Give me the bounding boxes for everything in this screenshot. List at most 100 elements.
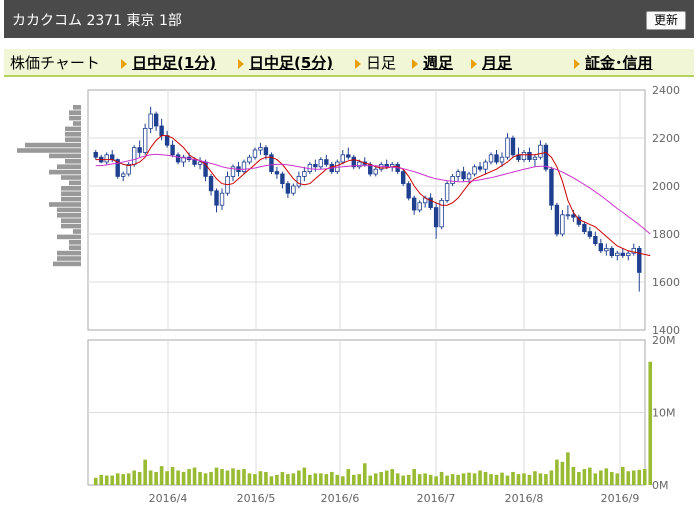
- volume-bar: [467, 472, 471, 485]
- volume-bar: [340, 476, 345, 485]
- volume-bar: [555, 459, 559, 485]
- volume-bar: [417, 474, 422, 485]
- x-tick-label: 2016/7: [417, 492, 456, 505]
- volume-bar: [198, 471, 202, 485]
- volume-bar: [577, 471, 581, 485]
- volume-bar: [148, 470, 153, 485]
- volume-bar: [368, 475, 373, 485]
- volume-bar: [220, 469, 224, 485]
- volume-bar: [302, 467, 307, 485]
- volume-bar: [538, 473, 543, 485]
- volume-bar: [121, 474, 125, 485]
- volume-by-price-bar: [65, 132, 81, 137]
- volume-bar: [297, 470, 301, 485]
- volume-bar: [483, 471, 488, 485]
- volume-by-price-bar: [69, 245, 81, 250]
- volume-bar: [231, 468, 235, 485]
- volume-by-price-bar: [49, 153, 81, 159]
- volume-bar: [269, 476, 274, 485]
- candle-body: [406, 183, 411, 199]
- volume-bar: [456, 474, 460, 485]
- volume-bar: [137, 471, 142, 485]
- volume-bar: [280, 471, 285, 485]
- candle-body: [110, 154, 115, 161]
- volume-bar: [313, 473, 318, 485]
- volume-bar: [615, 473, 620, 485]
- price-tick-label: 1800: [652, 228, 680, 241]
- volume-bar: [357, 474, 362, 485]
- candle-body: [620, 252, 625, 256]
- volume-bar: [242, 469, 246, 485]
- x-tick-label: 2016/6: [321, 492, 360, 505]
- volume-bar: [637, 469, 642, 485]
- price-tick-label: 2400: [652, 84, 680, 97]
- volume-bar: [379, 471, 384, 485]
- candle-body: [433, 207, 439, 228]
- volume-bar: [527, 474, 532, 485]
- volume-by-price-bar: [73, 229, 81, 234]
- candle-body: [411, 197, 417, 211]
- volume-bar: [192, 467, 197, 485]
- volume-bar: [395, 473, 400, 485]
- candle-body: [505, 137, 510, 158]
- stock-chart: 24002200200018001600140020M10M0M2016/4 20…: [17, 84, 680, 505]
- candle-body: [302, 171, 307, 177]
- candle-body: [137, 147, 142, 153]
- volume-by-price-bar: [53, 261, 81, 267]
- volume-by-price-bar: [57, 207, 81, 213]
- volume-by-price-bar: [17, 148, 81, 153]
- volume-bar: [489, 474, 493, 485]
- candle-body: [483, 161, 488, 170]
- volume-bar: [560, 461, 565, 485]
- candle-body: [400, 171, 406, 185]
- volume-bar: [494, 474, 499, 485]
- volume-by-price-bar: [57, 164, 81, 169]
- candle-body: [417, 202, 422, 211]
- candle-body: [538, 144, 543, 158]
- candle-body: [142, 127, 148, 153]
- volume-bar: [610, 471, 614, 485]
- volume-by-price-bar: [57, 250, 81, 256]
- candle-body: [609, 247, 615, 256]
- volume-bar: [154, 471, 158, 485]
- volume-bar: [115, 473, 120, 485]
- candle-body: [247, 156, 252, 163]
- volume-bar: [346, 469, 351, 485]
- candle-body: [324, 159, 329, 165]
- volume-bar: [176, 470, 180, 485]
- candle-body: [93, 151, 98, 158]
- volume-bar: [571, 466, 576, 485]
- x-tick-label: 2016/9: [601, 492, 640, 505]
- volume-bar: [209, 471, 213, 485]
- x-tick-label: 2016/5: [237, 492, 276, 505]
- volume-bar: [324, 474, 329, 485]
- volume-by-price-bar: [61, 191, 81, 196]
- candle-body: [477, 166, 483, 170]
- volume-bar: [319, 473, 323, 485]
- volume-bar: [642, 469, 647, 485]
- volume-bar: [390, 469, 395, 485]
- candle-body: [499, 156, 505, 163]
- volume-bar: [335, 474, 340, 485]
- candle-body: [615, 252, 620, 256]
- volume-bar: [308, 474, 312, 485]
- volume-bar: [620, 466, 625, 485]
- volume-tick-label: 0M: [652, 479, 669, 492]
- volume-bar: [516, 474, 521, 485]
- candle-body: [208, 175, 214, 192]
- volume-by-price-bar: [61, 223, 81, 229]
- candle-body: [214, 190, 219, 206]
- candle-body: [582, 223, 587, 232]
- volume-bar: [626, 471, 631, 485]
- candle-body: [637, 247, 642, 273]
- volume-by-price-bar: [25, 142, 81, 148]
- volume-bar: [187, 469, 191, 485]
- volume-by-price-bar: [69, 240, 81, 245]
- candle-body: [527, 151, 532, 160]
- candle-body: [450, 175, 455, 184]
- volume-bar: [93, 477, 98, 485]
- candle-body: [285, 183, 291, 194]
- candle-body: [313, 163, 318, 168]
- candle-body: [543, 144, 549, 170]
- volume-bar: [351, 474, 356, 485]
